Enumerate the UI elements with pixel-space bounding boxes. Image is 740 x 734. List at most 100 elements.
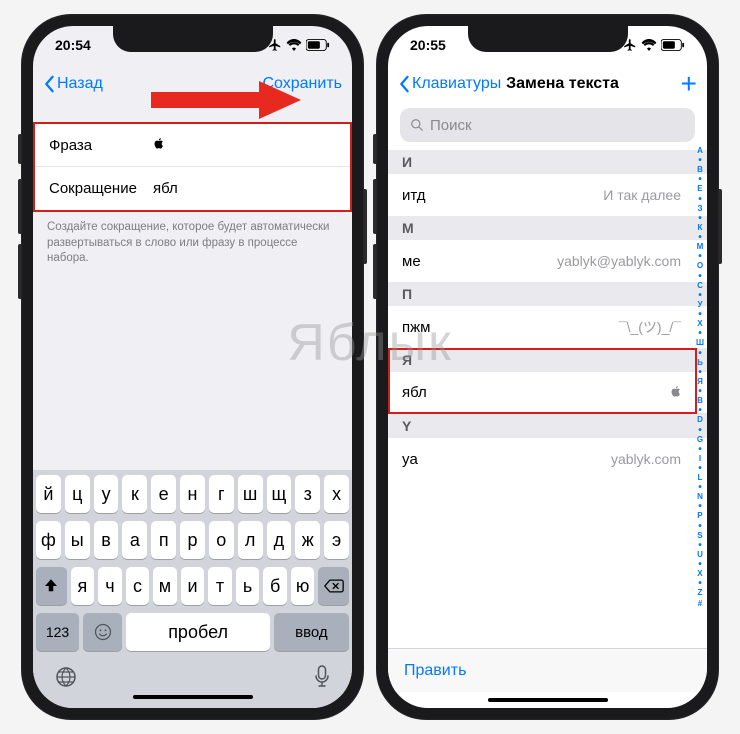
edit-button[interactable]: Править xyxy=(404,662,466,680)
key-а[interactable]: а xyxy=(122,521,147,559)
key-ш[interactable]: ш xyxy=(238,475,263,513)
wifi-icon xyxy=(641,39,657,51)
home-indicator[interactable] xyxy=(488,698,608,702)
index-char[interactable]: • xyxy=(696,483,704,492)
key-ж[interactable]: ж xyxy=(295,521,320,559)
save-button[interactable]: Сохранить xyxy=(262,75,342,93)
key-ч[interactable]: ч xyxy=(98,567,122,605)
row-value: yablyk@yablyk.com xyxy=(557,253,681,269)
index-char[interactable]: • xyxy=(696,541,704,550)
index-char[interactable]: • xyxy=(696,156,704,165)
index-char[interactable]: • xyxy=(696,445,704,454)
shortcut-value: ябл xyxy=(153,180,336,197)
key-о[interactable]: о xyxy=(209,521,234,559)
shortcut-row[interactable]: Сокращение ябл xyxy=(35,167,350,210)
index-char[interactable]: • xyxy=(696,329,704,338)
row-value xyxy=(670,385,681,401)
phone-frame-right: 20:55 Клавиатуры Замена текста + Поиск И… xyxy=(376,14,719,720)
phrase-row[interactable]: Фраза xyxy=(35,124,350,167)
section-header: И xyxy=(388,150,707,174)
battery-icon xyxy=(661,39,685,51)
back-button[interactable]: Клавиатуры xyxy=(398,75,501,93)
key-к[interactable]: к xyxy=(122,475,147,513)
globe-icon[interactable] xyxy=(54,665,78,689)
key-ц[interactable]: ц xyxy=(65,475,90,513)
key-space[interactable]: Пробел xyxy=(126,613,269,651)
index-char[interactable]: • xyxy=(696,349,704,358)
key-backspace[interactable] xyxy=(318,567,349,605)
index-char[interactable]: • xyxy=(696,579,704,588)
index-char[interactable]: • xyxy=(696,310,704,319)
key-num[interactable]: 123 xyxy=(36,613,79,651)
key-л[interactable]: л xyxy=(238,521,263,559)
index-char[interactable]: • xyxy=(696,195,704,204)
index-char[interactable]: • xyxy=(696,502,704,511)
row-value: И так далее xyxy=(603,187,681,203)
key-в[interactable]: в xyxy=(94,521,119,559)
key-е[interactable]: е xyxy=(151,475,176,513)
key-я[interactable]: я xyxy=(71,567,95,605)
key-с[interactable]: с xyxy=(126,567,150,605)
index-char[interactable]: • xyxy=(696,387,704,396)
index-bar[interactable]: А•В•Е•З•К•М•О•С•У•Х•Ш•Ь•Я•B•D•G•I•L•N•P•… xyxy=(696,146,704,609)
index-char[interactable]: • xyxy=(696,368,704,377)
list-row[interactable]: пжм¯\_(ツ)_/¯ xyxy=(388,306,707,348)
key-ы[interactable]: ы xyxy=(65,521,90,559)
index-char[interactable]: • xyxy=(696,464,704,473)
section-header: М xyxy=(388,216,707,240)
search-input[interactable]: Поиск xyxy=(400,108,695,142)
index-char[interactable]: • xyxy=(696,560,704,569)
key-р[interactable]: р xyxy=(180,521,205,559)
index-char[interactable]: • xyxy=(696,233,704,242)
row-key: итд xyxy=(402,187,426,204)
key-ф[interactable]: ф xyxy=(36,521,61,559)
key-м[interactable]: м xyxy=(153,567,177,605)
key-п[interactable]: п xyxy=(151,521,176,559)
status-time: 20:54 xyxy=(55,37,91,53)
chevron-left-icon xyxy=(43,75,55,93)
key-э[interactable]: э xyxy=(324,521,349,559)
row-key: ме xyxy=(402,253,421,270)
help-text: Создайте сокращение, которое будет автом… xyxy=(33,212,352,275)
section-header: Я xyxy=(388,348,707,372)
index-char[interactable]: • xyxy=(696,252,704,261)
list-row[interactable]: ме yablyk@yablyk.com xyxy=(388,240,707,282)
index-char[interactable]: • xyxy=(696,291,704,300)
key-й[interactable]: й xyxy=(36,475,61,513)
list-row[interactable]: ябл xyxy=(388,372,707,414)
key-щ[interactable]: щ xyxy=(267,475,292,513)
key-emoji[interactable] xyxy=(83,613,122,651)
key-г[interactable]: г xyxy=(209,475,234,513)
key-ь[interactable]: ь xyxy=(236,567,260,605)
key-н[interactable]: н xyxy=(180,475,205,513)
key-enter[interactable]: Ввод xyxy=(274,613,349,651)
key-и[interactable]: и xyxy=(181,567,205,605)
index-char[interactable]: • xyxy=(696,426,704,435)
key-shift[interactable] xyxy=(36,567,67,605)
list-row[interactable]: итд И так далее xyxy=(388,174,707,216)
apple-icon xyxy=(153,137,164,150)
back-button[interactable]: Назад xyxy=(43,75,103,93)
index-char[interactable]: • xyxy=(696,175,704,184)
index-char[interactable]: • xyxy=(696,214,704,223)
index-char[interactable]: D xyxy=(696,415,704,425)
mic-icon[interactable] xyxy=(313,665,331,689)
phrase-value xyxy=(153,137,336,154)
index-char[interactable]: • xyxy=(696,406,704,415)
key-д[interactable]: д xyxy=(267,521,292,559)
key-з[interactable]: з xyxy=(295,475,320,513)
index-char[interactable]: # xyxy=(696,599,704,609)
index-char[interactable]: Z xyxy=(696,588,704,598)
home-indicator[interactable] xyxy=(133,695,253,699)
index-char[interactable]: • xyxy=(696,522,704,531)
index-char[interactable]: • xyxy=(696,272,704,281)
key-т[interactable]: т xyxy=(208,567,232,605)
add-button[interactable]: + xyxy=(681,68,697,100)
phrase-label: Фраза xyxy=(49,137,139,154)
chevron-left-icon xyxy=(398,75,410,93)
key-х[interactable]: х xyxy=(324,475,349,513)
key-ю[interactable]: ю xyxy=(291,567,315,605)
key-б[interactable]: б xyxy=(263,567,287,605)
key-у[interactable]: у xyxy=(94,475,119,513)
list-row[interactable]: yayablyk.com xyxy=(388,438,707,480)
